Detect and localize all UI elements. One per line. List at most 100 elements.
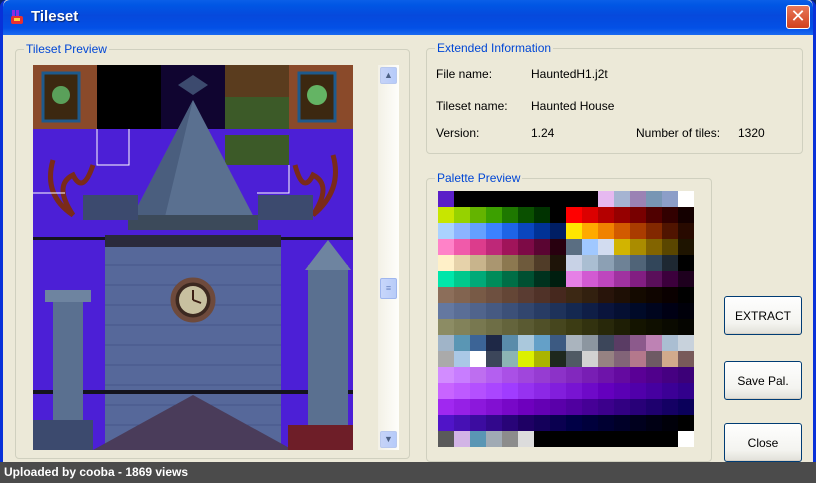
save-palette-button[interactable]: Save Pal. bbox=[724, 361, 802, 400]
palette-swatch bbox=[486, 399, 502, 415]
palette-swatch bbox=[614, 383, 630, 399]
palette-swatch bbox=[566, 271, 582, 287]
close-button[interactable]: Close bbox=[724, 423, 802, 462]
palette-swatch bbox=[598, 207, 614, 223]
palette-swatch bbox=[630, 239, 646, 255]
palette-swatch bbox=[550, 271, 566, 287]
palette-swatch bbox=[630, 351, 646, 367]
tileset-image[interactable] bbox=[33, 65, 353, 450]
palette-swatch bbox=[630, 383, 646, 399]
extract-button[interactable]: EXTRACT bbox=[724, 296, 802, 335]
palette-swatch bbox=[518, 399, 534, 415]
palette-swatch bbox=[438, 351, 454, 367]
palette-swatch bbox=[582, 415, 598, 431]
palette-swatch bbox=[598, 191, 614, 207]
palette-swatch bbox=[598, 223, 614, 239]
palette-swatch bbox=[438, 287, 454, 303]
scroll-down-button[interactable]: ▼ bbox=[380, 431, 397, 448]
tiles-count-label: Number of tiles: bbox=[636, 126, 721, 140]
palette-swatch bbox=[518, 271, 534, 287]
palette-swatch bbox=[598, 351, 614, 367]
title-bar[interactable]: Tileset ✕ bbox=[3, 0, 813, 35]
palette-swatch bbox=[582, 255, 598, 271]
palette-swatch bbox=[470, 319, 486, 335]
palette-swatch bbox=[518, 303, 534, 319]
palette-swatch bbox=[582, 367, 598, 383]
palette-swatch bbox=[614, 367, 630, 383]
palette-swatch bbox=[486, 271, 502, 287]
grip-icon: ≡ bbox=[385, 283, 392, 293]
palette-swatch bbox=[454, 287, 470, 303]
palette-swatch bbox=[438, 223, 454, 239]
palette-swatch bbox=[518, 319, 534, 335]
palette-swatch bbox=[502, 255, 518, 271]
tileset-scrollbar[interactable]: ▲ ≡ ▼ bbox=[378, 65, 399, 450]
palette-swatch bbox=[486, 431, 502, 447]
scroll-thumb[interactable]: ≡ bbox=[380, 278, 397, 299]
palette-swatch bbox=[534, 239, 550, 255]
palette-swatch bbox=[662, 335, 678, 351]
palette-swatch bbox=[550, 239, 566, 255]
palette-swatch bbox=[534, 415, 550, 431]
palette-swatch bbox=[598, 319, 614, 335]
palette-swatch bbox=[470, 287, 486, 303]
palette-swatch bbox=[662, 207, 678, 223]
palette-swatch bbox=[518, 367, 534, 383]
palette-swatch bbox=[662, 303, 678, 319]
palette-swatch bbox=[678, 383, 694, 399]
palette-swatch bbox=[566, 351, 582, 367]
palette-swatch bbox=[550, 303, 566, 319]
palette-swatch bbox=[454, 351, 470, 367]
version-label: Version: bbox=[436, 126, 480, 140]
palette-swatch bbox=[454, 415, 470, 431]
palette-swatch bbox=[438, 399, 454, 415]
palette-swatch bbox=[486, 239, 502, 255]
palette-swatch bbox=[470, 367, 486, 383]
palette-swatch bbox=[502, 383, 518, 399]
palette-swatch bbox=[598, 239, 614, 255]
palette-swatch bbox=[678, 399, 694, 415]
palette-swatch bbox=[534, 255, 550, 271]
palette-swatch bbox=[630, 319, 646, 335]
palette-swatch bbox=[438, 271, 454, 287]
close-window-button[interactable]: ✕ bbox=[786, 5, 810, 29]
file-name-value: HauntedH1.j2t bbox=[531, 67, 608, 81]
palette-swatch bbox=[502, 399, 518, 415]
palette-swatch bbox=[470, 415, 486, 431]
palette-swatch bbox=[518, 255, 534, 271]
palette-swatch bbox=[550, 367, 566, 383]
palette-swatch bbox=[646, 239, 662, 255]
palette-swatch bbox=[614, 271, 630, 287]
palette-swatch bbox=[534, 191, 550, 207]
palette-swatch bbox=[534, 431, 550, 447]
palette-swatch bbox=[678, 271, 694, 287]
palette-swatch bbox=[582, 431, 598, 447]
palette-swatch bbox=[550, 319, 566, 335]
palette-swatch bbox=[518, 431, 534, 447]
palette-swatch bbox=[598, 287, 614, 303]
palette-swatch bbox=[646, 383, 662, 399]
tileset-window: Tileset ✕ Tileset Preview ▲ ≡ ▼ Extended… bbox=[0, 0, 816, 483]
palette-swatch bbox=[646, 415, 662, 431]
palette-swatch bbox=[550, 223, 566, 239]
palette-swatch bbox=[566, 319, 582, 335]
palette-swatch bbox=[486, 319, 502, 335]
file-name-label: File name: bbox=[436, 67, 493, 81]
palette-swatch bbox=[598, 335, 614, 351]
palette-swatch bbox=[470, 431, 486, 447]
palette-swatch bbox=[470, 207, 486, 223]
palette-swatch bbox=[630, 191, 646, 207]
scroll-up-button[interactable]: ▲ bbox=[380, 67, 397, 84]
palette-swatch bbox=[582, 351, 598, 367]
palette-swatch bbox=[486, 223, 502, 239]
palette-swatch bbox=[662, 319, 678, 335]
window-title: Tileset bbox=[31, 8, 79, 25]
palette-swatch bbox=[486, 255, 502, 271]
palette-swatch bbox=[646, 287, 662, 303]
palette-swatch bbox=[454, 223, 470, 239]
palette-swatch bbox=[438, 303, 454, 319]
palette-swatch bbox=[598, 271, 614, 287]
palette-swatch bbox=[582, 303, 598, 319]
palette-swatch bbox=[534, 319, 550, 335]
palette-swatch bbox=[550, 255, 566, 271]
